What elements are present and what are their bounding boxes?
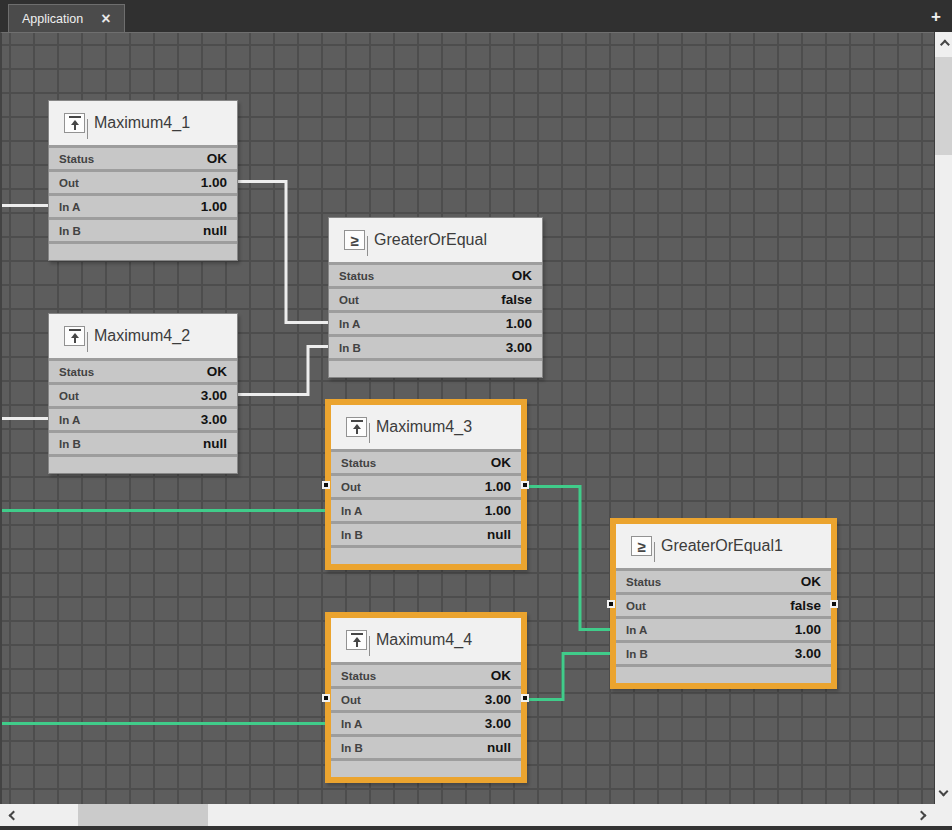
row-in-a[interactable]: In A 3.00: [49, 409, 237, 430]
row-in-a[interactable]: In A 1.00: [329, 313, 542, 334]
row-in-b[interactable]: In B null: [49, 220, 237, 241]
tab-label: Application: [22, 12, 83, 26]
row-status[interactable]: Status OK: [331, 665, 521, 686]
canvas[interactable]: Maximum4_1 Status OK Out 1.00 In A 1.00 …: [0, 32, 934, 804]
row-out[interactable]: Out 1.00: [331, 476, 521, 497]
node-editor-window: Application × + Maximum4_1 Status OK Out…: [0, 0, 952, 830]
row-out[interactable]: Out false: [616, 595, 831, 616]
chevron-left-icon: [8, 810, 18, 820]
wire-white[interactable]: [237, 182, 332, 323]
row-out[interactable]: Out 3.00: [331, 689, 521, 710]
maximum-icon: [64, 326, 85, 346]
maximum-icon: [64, 113, 85, 133]
vertical-scroll-thumb[interactable]: [935, 57, 952, 155]
node-header: Maximum4_3: [331, 405, 521, 449]
node-title: GreaterOrEqual: [374, 231, 487, 249]
tab-bar: Application × +: [0, 0, 952, 32]
node-Maximum4_2[interactable]: Maximum4_2 Status OK Out 3.00 In A 3.00 …: [48, 313, 238, 474]
connection-handle[interactable]: [830, 600, 838, 608]
row-in-a[interactable]: In A 1.00: [616, 619, 831, 640]
greater-or-equal-icon: ≥: [344, 230, 365, 250]
row-in-b[interactable]: In B null: [49, 433, 237, 454]
connection-handle[interactable]: [521, 694, 529, 702]
row-in-b[interactable]: In B null: [331, 524, 521, 545]
node-header: Maximum4_2: [49, 314, 237, 358]
scroll-right-button[interactable]: [908, 804, 934, 826]
node-footer: [616, 667, 831, 683]
maximum-icon: [346, 630, 367, 650]
row-in-b[interactable]: In B 3.00: [616, 643, 831, 664]
connection-handle[interactable]: [322, 481, 330, 489]
connection-handle[interactable]: [322, 694, 330, 702]
tab-application[interactable]: Application ×: [8, 4, 125, 32]
node-footer: [329, 361, 542, 377]
scroll-down-button[interactable]: [935, 779, 952, 804]
connection-handle[interactable]: [521, 481, 529, 489]
row-status[interactable]: Status OK: [329, 265, 542, 286]
node-Maximum4_1[interactable]: Maximum4_1 Status OK Out 1.00 In A 1.00 …: [48, 100, 238, 261]
node-GreaterOrEqual[interactable]: ≥ GreaterOrEqual Status OK Out false In …: [328, 217, 543, 378]
node-Maximum4_4[interactable]: Maximum4_4 Status OK Out 3.00 In A 3.00 …: [325, 612, 527, 783]
wire-green[interactable]: [525, 487, 614, 630]
node-title: GreaterOrEqual1: [661, 537, 783, 555]
tab-close-icon[interactable]: ×: [101, 11, 110, 27]
row-status[interactable]: Status OK: [616, 571, 831, 592]
node-header: Maximum4_1: [49, 101, 237, 145]
connection-handle[interactable]: [607, 600, 615, 608]
node-title: Maximum4_3: [376, 418, 472, 436]
node-footer: [49, 457, 237, 473]
wire-green[interactable]: [525, 654, 614, 700]
node-header: Maximum4_4: [331, 618, 521, 662]
chevron-up-icon: [940, 40, 950, 50]
row-in-b[interactable]: In B 3.00: [329, 337, 542, 358]
vertical-scrollbar[interactable]: [934, 32, 952, 804]
node-header: ≥ GreaterOrEqual: [329, 218, 542, 262]
row-in-a[interactable]: In A 1.00: [331, 500, 521, 521]
chevron-right-icon: [916, 810, 926, 820]
node-title: Maximum4_1: [94, 114, 190, 132]
bottom-strip: [0, 826, 952, 830]
row-in-a[interactable]: In A 1.00: [49, 196, 237, 217]
row-status[interactable]: Status OK: [49, 361, 237, 382]
node-footer: [49, 244, 237, 260]
scroll-up-button[interactable]: [935, 32, 952, 57]
node-footer: [331, 548, 521, 564]
chevron-down-icon: [939, 787, 949, 797]
row-in-a[interactable]: In A 3.00: [331, 713, 521, 734]
node-footer: [331, 761, 521, 777]
wire-white[interactable]: [237, 347, 332, 395]
maximum-icon: [346, 417, 367, 437]
horizontal-scroll-thumb[interactable]: [78, 804, 208, 826]
greater-or-equal-icon: ≥: [631, 536, 652, 556]
horizontal-scrollbar[interactable]: [0, 804, 934, 826]
scrollbar-corner: [934, 804, 952, 826]
node-title: Maximum4_4: [376, 631, 472, 649]
node-title: Maximum4_2: [94, 327, 190, 345]
node-header: ≥ GreaterOrEqual1: [616, 524, 831, 568]
node-GreaterOrEqual1[interactable]: ≥ GreaterOrEqual1 Status OK Out false In…: [610, 518, 837, 689]
row-in-b[interactable]: In B null: [331, 737, 521, 758]
add-tab-button[interactable]: +: [931, 7, 941, 27]
scroll-left-button[interactable]: [0, 804, 26, 826]
node-Maximum4_3[interactable]: Maximum4_3 Status OK Out 1.00 In A 1.00 …: [325, 399, 527, 570]
row-out[interactable]: Out false: [329, 289, 542, 310]
row-status[interactable]: Status OK: [331, 452, 521, 473]
row-status[interactable]: Status OK: [49, 148, 237, 169]
row-out[interactable]: Out 1.00: [49, 172, 237, 193]
row-out[interactable]: Out 3.00: [49, 385, 237, 406]
